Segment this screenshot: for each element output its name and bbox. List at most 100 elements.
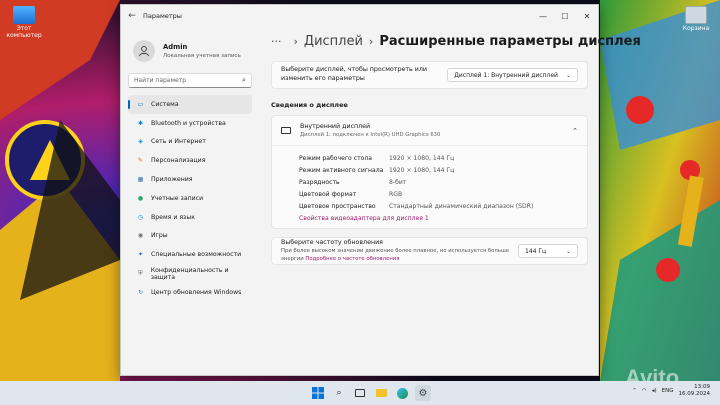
language-indicator[interactable]: ENG <box>662 388 674 394</box>
clock-date: 16.09.2024 <box>678 391 711 398</box>
property-value: 1920 × 1080, 144 Гц <box>389 166 455 174</box>
task-view-button[interactable] <box>352 385 368 401</box>
sidebar-item[interactable]: ● Учетные записи <box>128 189 252 208</box>
breadcrumb-parent[interactable]: Дисплей <box>304 34 363 49</box>
window-title: Параметры <box>143 12 182 20</box>
sidebar-item[interactable]: ▦ Приложения <box>128 170 252 189</box>
gear-icon: ⚙ <box>418 387 428 399</box>
page-title: Расширенные параметры дисплея <box>379 33 641 49</box>
sidebar-item[interactable]: ⛨ Конфиденциальность и защита <box>128 264 252 283</box>
sidebar-item-label: Учетные записи <box>151 194 204 202</box>
display-name: Внутренний дисплей <box>300 123 371 130</box>
user-name: Admin <box>163 43 188 51</box>
sidebar-item-label: Сеть и Интернет <box>151 138 206 146</box>
sidebar-item-label: Персонализация <box>151 157 206 165</box>
display-properties: Режим рабочего стола 1920 × 1080, 144 Гц … <box>272 146 587 228</box>
avatar <box>133 40 155 62</box>
search-input[interactable]: Найти параметр ⌕ <box>128 73 252 88</box>
sidebar-item[interactable]: ◷ Время и язык <box>128 208 252 227</box>
chevron-right-icon: › <box>293 34 298 48</box>
maximize-button[interactable]: ☐ <box>554 12 576 21</box>
apps-icon: ▦ <box>137 176 144 184</box>
bluetooth-icon: ✱ <box>137 119 144 127</box>
games-icon: ◉ <box>137 232 144 240</box>
breadcrumb-overflow[interactable]: ··· <box>271 35 282 48</box>
volume-icon[interactable]: ◂) <box>652 388 657 394</box>
back-arrow-icon[interactable]: ← <box>121 11 143 21</box>
account-type: Локальная учетная запись <box>163 53 241 59</box>
chevron-up-icon[interactable]: ⌃ <box>632 388 637 394</box>
chevron-up-icon[interactable]: ⌃ <box>572 127 578 135</box>
property-row: Режим рабочего стола 1920 × 1080, 144 Гц <box>299 152 587 164</box>
system-tray: ⌃ ◠ ◂) ENG 13:09 16.09.2024 <box>632 384 710 399</box>
sidebar-item[interactable]: ▭ Система <box>128 95 252 114</box>
close-button[interactable]: ✕ <box>576 12 598 21</box>
display-dropdown[interactable]: Дисплей 1: Внутренний дисплей ⌄ <box>447 68 578 82</box>
sidebar-item[interactable]: ◉ Игры <box>128 227 252 246</box>
nav-list: ▭ Система ✱ Bluetooth и устройства ◈ Сеть и И… <box>121 95 258 302</box>
chevron-right-icon: › <box>368 34 374 48</box>
display-select-card: Выберите дисплей, чтобы просмотреть или … <box>271 61 588 89</box>
sidebar-item[interactable]: ◈ Сеть и Интернет <box>128 133 252 152</box>
sidebar-item[interactable]: ↻ Центр обновления Windows <box>128 283 252 302</box>
desktop-icon-label: Корзина <box>682 25 710 32</box>
network-icon: ◈ <box>138 138 143 146</box>
desktop-icon-recycle-bin[interactable]: Корзина <box>672 6 720 33</box>
windows-logo-icon <box>312 387 324 399</box>
search-icon[interactable]: ⌕ <box>237 76 251 85</box>
desktop-icon-label: Этот компьютер <box>6 25 42 39</box>
edge-button[interactable] <box>394 385 410 401</box>
display-adapter: Дисплей 1: подключен к Intel(R) UHD Grap… <box>300 132 441 138</box>
sidebar-item-label: Система <box>151 100 179 108</box>
property-row: Режим активного сигнала 1920 × 1080, 144 … <box>299 164 587 176</box>
section-heading: Сведения о дисплее <box>271 101 348 109</box>
system-icon: ▭ <box>137 100 144 108</box>
sidebar-item[interactable]: ✎ Персонализация <box>128 151 252 170</box>
display-info-header[interactable]: Внутренний дисплей Дисплей 1: подключен … <box>272 116 587 146</box>
refresh-rate-learn-more-link[interactable]: Подробнее о частоте обновления <box>305 256 399 262</box>
file-explorer-button[interactable] <box>373 385 389 401</box>
clock-time: 13:09 <box>694 384 710 390</box>
property-value: 1920 × 1080, 144 Гц <box>389 154 455 162</box>
computer-icon <box>13 6 35 24</box>
property-key: Разрядность <box>299 178 340 186</box>
sidebar-item-label: Время и язык <box>151 213 195 221</box>
sidebar-item[interactable]: ✦ Специальные возможности <box>128 245 252 264</box>
accounts-icon: ● <box>137 194 144 202</box>
property-value: RGB <box>389 190 403 198</box>
property-key: Цветовое пространство <box>299 202 376 210</box>
adapter-properties-link[interactable]: Свойства видеоадаптера для дисплея 1 <box>299 212 587 224</box>
refresh-rate-value: 144 Гц <box>525 247 547 255</box>
minimize-button[interactable]: — <box>532 12 554 21</box>
sidebar-item-label: Приложения <box>151 176 193 184</box>
property-key: Режим активного сигнала <box>299 166 384 174</box>
sidebar-item[interactable]: ✱ Bluetooth и устройства <box>128 114 252 133</box>
sidebar-item-label: Центр обновления Windows <box>151 288 242 296</box>
user-profile[interactable]: Admin Локальная учетная запись <box>121 27 258 67</box>
wifi-icon[interactable]: ◠ <box>642 388 647 394</box>
start-button[interactable] <box>310 385 326 401</box>
task-view-icon <box>355 389 365 397</box>
search-placeholder: Найти параметр <box>134 77 186 84</box>
taskbar-search-button[interactable]: ⌕ <box>331 385 347 401</box>
monitor-icon <box>281 127 291 134</box>
property-key: Цветовой формат <box>299 190 357 198</box>
display-dropdown-value: Дисплей 1: Внутренний дисплей <box>454 71 558 79</box>
globe-time-icon: ◷ <box>137 213 144 221</box>
brush-icon: ✎ <box>137 157 144 165</box>
refresh-rate-card: Выберите частоту обновления При более вы… <box>271 237 588 265</box>
sidebar-item-label: Игры <box>151 232 168 240</box>
search-icon: ⌕ <box>336 388 342 398</box>
shield-icon: ⛨ <box>138 269 143 277</box>
accessibility-icon: ✦ <box>137 251 144 259</box>
settings-taskbar-button[interactable]: ⚙ <box>415 385 431 401</box>
edge-icon <box>396 387 408 399</box>
desktop-icon-this-pc[interactable]: Этот компьютер <box>0 6 48 40</box>
user-icon <box>139 46 149 57</box>
refresh-rate-title: Выберите частоту обновления <box>281 239 383 247</box>
chevron-down-icon: ⌄ <box>565 247 571 255</box>
clock[interactable]: 13:09 16.09.2024 <box>679 384 711 399</box>
property-key: Режим рабочего стола <box>299 154 372 162</box>
property-value: 8-бит <box>389 178 407 186</box>
refresh-rate-dropdown[interactable]: 144 Гц ⌄ <box>518 244 578 258</box>
